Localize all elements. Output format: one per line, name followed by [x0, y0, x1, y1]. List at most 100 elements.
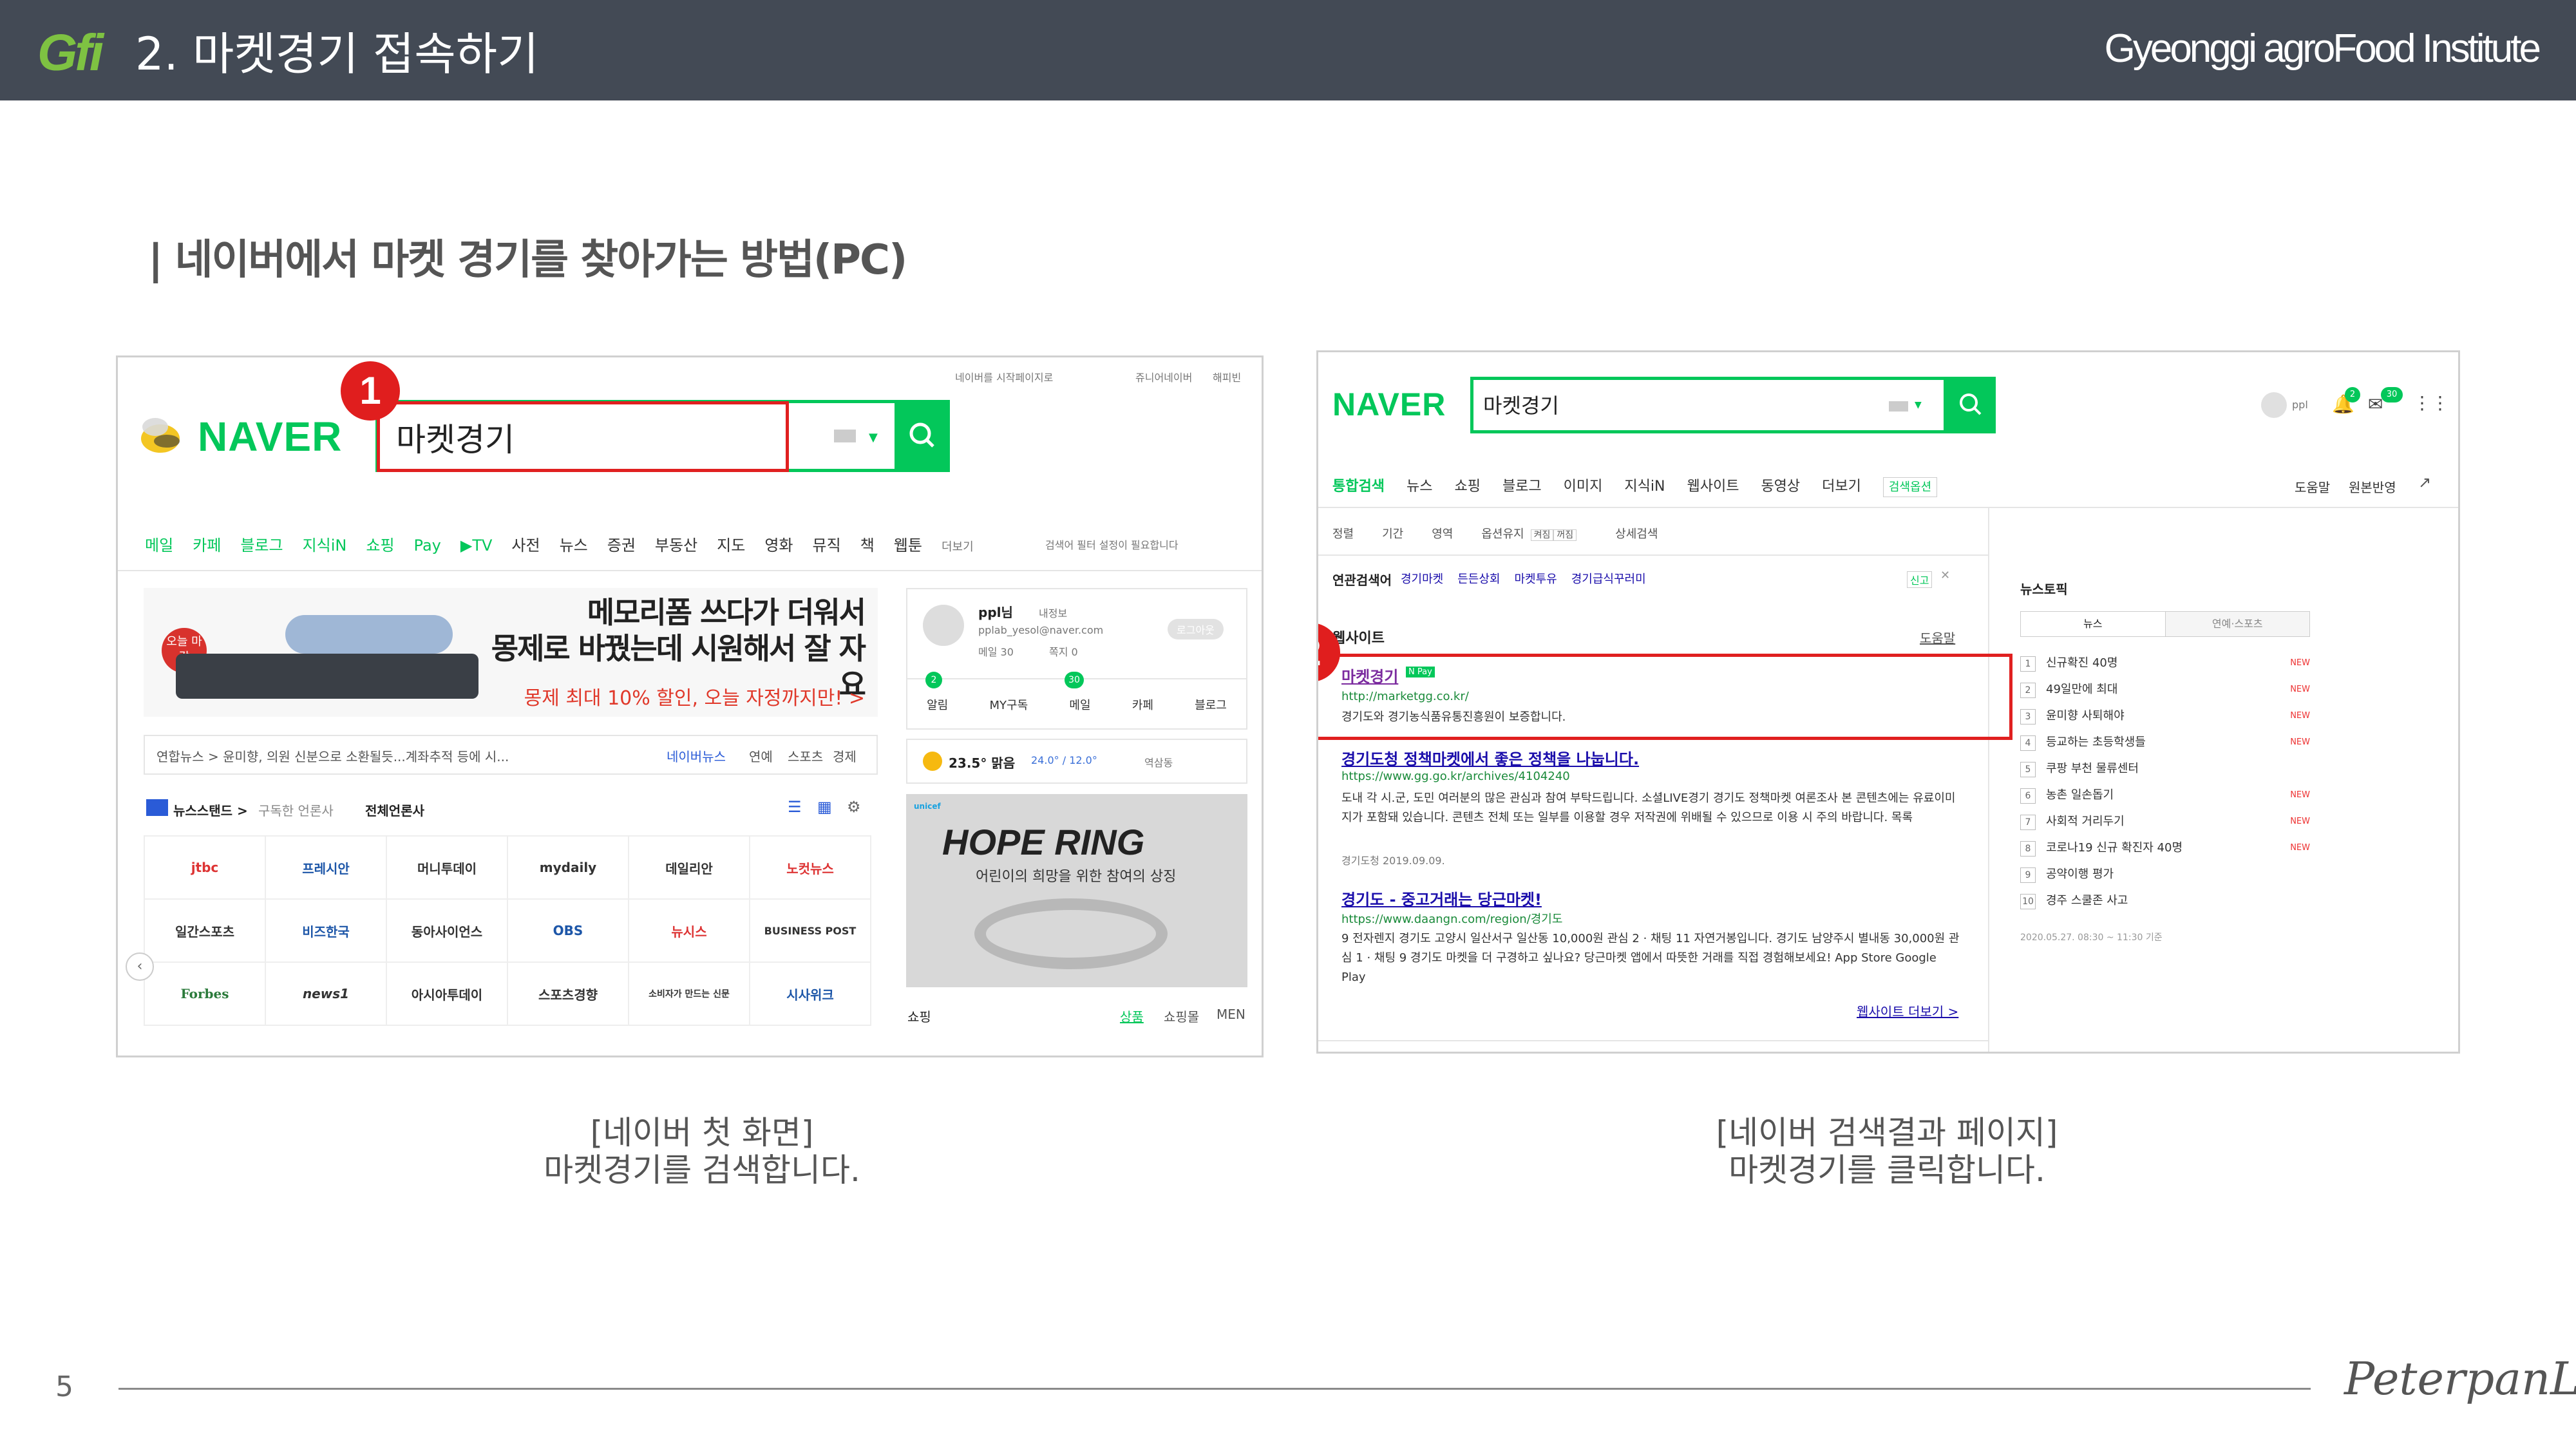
topic-item[interactable]: 7 사회적 거리두기 NEW — [2020, 808, 2310, 835]
menu-webtoon[interactable]: 웹툰 — [894, 536, 922, 554]
menu-map[interactable]: 지도 — [717, 536, 745, 554]
menu-blog[interactable]: 블로그 — [240, 536, 283, 554]
close-icon[interactable]: ✕ — [1940, 569, 1950, 582]
tab-integrated[interactable]: 통합검색 — [1332, 478, 1385, 495]
press-news1[interactable]: news1 — [266, 963, 387, 1026]
top-link-happybean[interactable]: 해피빈 — [1213, 369, 1241, 384]
menu-stock[interactable]: 증권 — [607, 536, 636, 554]
filter-area[interactable]: 영역 — [1432, 527, 1453, 541]
press-obs[interactable]: OBS — [508, 900, 629, 963]
user-note-count[interactable]: 쪽지 0 — [1049, 643, 1078, 659]
topic-item[interactable]: 8 코로나19 신규 확진자 40명 NEW — [2020, 835, 2310, 861]
press-consumer[interactable]: 소비자가 만드는 신문 — [629, 963, 750, 1026]
press-mydaily[interactable]: mydaily — [508, 837, 629, 900]
share-icon[interactable]: ↗ — [2418, 473, 2431, 491]
newsstand-title[interactable]: 뉴스스탠드 > — [173, 800, 248, 819]
avatar[interactable] — [923, 605, 964, 646]
website-help[interactable]: 도움말 — [1920, 628, 1955, 647]
chevron-down-icon[interactable]: ▼ — [869, 431, 878, 444]
tab-more[interactable]: 더보기 — [1822, 478, 1861, 495]
press-jtbc[interactable]: jtbc — [145, 837, 266, 900]
newstopic-tab-entertain[interactable]: 연예·스포츠 — [2164, 612, 2309, 636]
newsstand-all[interactable]: 전체언론사 — [365, 800, 424, 819]
news-ticker[interactable]: 연합뉴스 > 윤미향, 의원 신분으로 소환될듯...계좌추적 등에 시... — [156, 746, 509, 765]
press-businesspost[interactable]: BUSINESS POST — [750, 900, 871, 963]
menu-music[interactable]: 뮤직 — [813, 536, 841, 554]
user-tab-mail[interactable]: 메일 — [1069, 696, 1090, 713]
related-2[interactable]: 마켓투유 — [1515, 573, 1557, 586]
related-1[interactable]: 든든상회 — [1457, 573, 1500, 586]
user-tab-blog[interactable]: 블로그 — [1195, 696, 1227, 713]
newsstand-subscribed[interactable]: 구독한 언론사 — [258, 800, 334, 819]
user-mail-count[interactable]: 메일 30 — [978, 643, 1014, 659]
top-link-startpage[interactable]: 네이버를 시작페이지로 — [955, 369, 1053, 384]
news-link-naver[interactable]: 네이버뉴스 — [667, 746, 726, 765]
top-link-junior[interactable]: 쥬니어네이버 — [1135, 369, 1192, 384]
press-isplus[interactable]: 일간스포츠 — [145, 900, 266, 963]
filter-off[interactable]: 꺼짐 — [1553, 529, 1577, 541]
shopping-tab-malls[interactable]: 쇼핑몰 — [1164, 1007, 1199, 1025]
report-button[interactable]: 신고 — [1907, 571, 1933, 588]
shopping-tab-products[interactable]: 상품 — [1120, 1007, 1144, 1025]
news-link-sports[interactable]: 스포츠 — [788, 746, 823, 765]
tab-search-options[interactable]: 검색옵션 — [1882, 477, 1938, 497]
news-link-entertain[interactable]: 연예 — [749, 746, 773, 765]
search-button-2[interactable] — [1944, 377, 1996, 433]
press-forbes[interactable]: Forbes — [145, 963, 266, 1026]
menu-realestate[interactable]: 부동산 — [655, 536, 697, 554]
filter-period[interactable]: 기간 — [1382, 527, 1403, 541]
help-link[interactable]: 도움말 — [2295, 477, 2330, 496]
tab-news[interactable]: 뉴스 — [1406, 478, 1432, 495]
search-button[interactable] — [895, 400, 950, 472]
topic-item[interactable]: 5 쿠팡 부천 물류센터 — [2020, 755, 2310, 782]
logout-button[interactable]: 로그아웃 — [1168, 619, 1224, 639]
topic-item[interactable]: 9 공약이행 평가 — [2020, 861, 2310, 887]
menu-more[interactable]: 더보기 — [942, 540, 974, 554]
menu-pay[interactable]: Pay — [414, 536, 441, 554]
result-3-title[interactable]: 경기도 - 중고거래는 당근마켓! — [1341, 887, 1542, 909]
menu-dict[interactable]: 사전 — [511, 536, 540, 554]
user-name-2[interactable]: ppl — [2292, 399, 2308, 411]
chevron-down-icon-2[interactable]: ▼ — [1915, 400, 1922, 410]
user-info-link[interactable]: 내정보 — [1039, 605, 1067, 620]
user-tab-alarm[interactable]: 알림 — [927, 696, 948, 713]
menu-kin[interactable]: 지식iN — [303, 536, 347, 554]
result-1-url[interactable]: http://marketgg.co.kr/ — [1341, 690, 1469, 703]
press-nocut[interactable]: 노컷뉴스 — [750, 837, 871, 900]
more-websites-link[interactable]: 웹사이트 더보기 > — [1857, 1001, 1958, 1020]
prev-arrow-icon[interactable]: ‹ — [126, 952, 154, 981]
topic-item[interactable]: 4 등교하는 초등학생들 NEW — [2020, 729, 2310, 755]
result-2-url[interactable]: https://www.gg.go.kr/archives/4104240 — [1341, 770, 1570, 783]
menu-mail[interactable]: 메일 — [145, 536, 173, 554]
newstopic-tab-news[interactable]: 뉴스 — [2021, 612, 2165, 636]
tab-kin[interactable]: 지식iN — [1624, 478, 1665, 495]
menu-shopping[interactable]: 쇼핑 — [366, 536, 394, 554]
press-pressian[interactable]: 프레시안 — [266, 837, 387, 900]
tab-website[interactable]: 웹사이트 — [1687, 478, 1739, 495]
tab-video[interactable]: 동영상 — [1761, 478, 1800, 495]
result-3-url[interactable]: https://www.daangn.com/region/경기도 — [1341, 910, 1562, 927]
apps-grid-icon[interactable]: ⋮⋮ — [2413, 392, 2449, 413]
topic-item[interactable]: 1 신규확진 40명 NEW — [2020, 650, 2310, 676]
search-input[interactable]: 마켓경기 — [396, 414, 515, 460]
press-dongascience[interactable]: 동아사이언스 — [387, 900, 508, 963]
tab-images[interactable]: 이미지 — [1564, 478, 1603, 495]
result-1-title[interactable]: 마켓경기 — [1341, 664, 1398, 687]
tab-blog[interactable]: 블로그 — [1502, 478, 1542, 495]
press-dailian[interactable]: 데일리안 — [629, 837, 750, 900]
filter-on[interactable]: 켜짐 — [1530, 529, 1554, 541]
user-tab-subscribe[interactable]: MY구독 — [990, 696, 1028, 713]
press-bizhankook[interactable]: 비즈한국 — [266, 900, 387, 963]
news-link-economy[interactable]: 경제 — [833, 746, 857, 765]
search-input-2[interactable]: 마켓경기 — [1483, 390, 1559, 419]
reflect-link[interactable]: 원본반영 — [2349, 477, 2396, 496]
press-asiatoday[interactable]: 아시아투데이 — [387, 963, 508, 1026]
tab-shopping[interactable]: 쇼핑 — [1454, 478, 1480, 495]
grid-view-icon[interactable]: ▦ — [817, 798, 832, 816]
gear-icon[interactable]: ⚙ — [847, 798, 861, 816]
shopping-tab-men[interactable]: MEN — [1217, 1007, 1245, 1022]
related-3[interactable]: 경기급식꾸러미 — [1571, 573, 1646, 586]
menu-news[interactable]: 뉴스 — [560, 536, 588, 554]
menu-tv[interactable]: ▶TV — [460, 536, 493, 554]
press-newsis[interactable]: 뉴시스 — [629, 900, 750, 963]
